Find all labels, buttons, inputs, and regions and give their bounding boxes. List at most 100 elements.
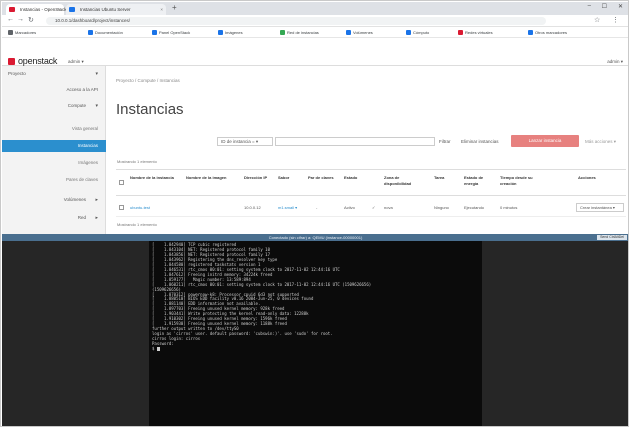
item-count: Mostrando 1 elemento: [117, 159, 157, 164]
browser-tab-label: Instancias Ubuntu Server: [80, 7, 131, 12]
address-bar[interactable]: 10.0.0.1/dashboard/project/instances/: [46, 17, 546, 25]
bookmark-item[interactable]: Volúmenes: [346, 29, 373, 36]
openstack-logo-icon[interactable]: [8, 58, 15, 65]
console-title: Conectado (sin cifrar) a: QEMU (instance…: [268, 235, 363, 240]
back-arrow-icon[interactable]: ←: [7, 16, 14, 23]
main-content: Proyecto / Compute / Instancias Instanci…: [107, 66, 628, 234]
bookmark-item[interactable]: Marcadores: [8, 29, 36, 36]
minimize-icon[interactable]: –: [588, 3, 591, 9]
url-text: 10.0.0.1/dashboard/project/instances/: [55, 18, 131, 23]
vnc-terminal[interactable]: [ 1.842940] TCP cubic registered[ 1.8431…: [149, 241, 482, 426]
bookmark-icon: [346, 30, 351, 35]
ip-address: 10.0.0.12: [244, 205, 261, 210]
user-menu[interactable]: admin ▾: [607, 59, 623, 65]
bookmark-icon: [280, 30, 285, 35]
column-header[interactable]: Sabor: [278, 175, 300, 181]
filter-button[interactable]: Filtrar: [439, 137, 451, 146]
column-header[interactable]: Nombre de la imagen: [186, 175, 232, 181]
bookmark-item[interactable]: Imágenes: [218, 29, 243, 36]
openstack-favicon-icon: [9, 7, 15, 12]
project-selector[interactable]: admin ▾: [68, 59, 84, 65]
tab-bar: Instancias - OpenStack D... × Instancias…: [2, 2, 628, 15]
column-header[interactable]: Tarea: [434, 175, 454, 181]
bookmark-icon: [88, 30, 93, 35]
status: Activo: [344, 205, 355, 210]
sidebar-item-compute[interactable]: Compute ▾: [2, 100, 106, 112]
age: 0 minutos: [500, 205, 518, 210]
send-ctrl-alt-del-button[interactable]: Send CtrlAltDel: [597, 235, 627, 240]
sidebar-item-network[interactable]: Red ▸: [2, 212, 106, 224]
openstack-logo-text[interactable]: openstack: [18, 56, 57, 66]
table-row: ubuntu-test 10.0.0.12 m1.small ▾ - Activ…: [116, 199, 626, 217]
bookmark-icon: [218, 30, 223, 35]
column-header[interactable]: Dirección IP: [244, 175, 272, 181]
column-header[interactable]: Par de claves: [308, 175, 334, 181]
chevron-right-icon: ▸: [95, 215, 98, 221]
close-icon[interactable]: ×: [58, 4, 61, 15]
row-actions-dropdown[interactable]: Crear instantánea ▾: [576, 203, 624, 212]
filter-input[interactable]: [275, 137, 435, 146]
column-header[interactable]: Tiempo desde su creación: [500, 175, 546, 187]
column-header[interactable]: Estado de energía: [464, 175, 490, 187]
sidebar-item-proyecto[interactable]: Proyecto ▾: [2, 68, 106, 80]
sidebar-item-overview[interactable]: Vista general: [2, 123, 106, 135]
close-window-icon[interactable]: ✕: [618, 3, 623, 10]
launch-instance-button[interactable]: Lanzar instancia: [511, 135, 579, 147]
sidebar-item-instances[interactable]: Instancias: [2, 140, 106, 152]
filter-bar: ID de instancia = ▾ Filtrar Eliminar ins…: [217, 135, 625, 147]
bookmark-icon: [406, 30, 411, 35]
breadcrumb: Proyecto / Compute / Instancias: [116, 78, 180, 83]
browser-tab-1[interactable]: Instancias - OpenStack D... ×: [6, 4, 75, 15]
delete-instances-button[interactable]: Eliminar instancias: [461, 137, 499, 146]
browser-tab-2[interactable]: Instancias Ubuntu Server ×: [66, 4, 166, 15]
bookmarks-bar: Marcadores Documentación Panel OpenStack…: [2, 27, 628, 38]
select-all-checkbox[interactable]: [119, 180, 124, 185]
bookmark-item[interactable]: Cómputo: [406, 29, 429, 36]
column-header[interactable]: Nombre de la instancia: [130, 175, 178, 181]
column-header[interactable]: Zona de disponibilidad: [384, 175, 424, 187]
row-checkbox[interactable]: [119, 205, 124, 210]
folder-icon: [528, 30, 533, 35]
chevron-down-icon: ▾: [95, 103, 98, 109]
plus-icon[interactable]: +: [172, 3, 177, 12]
sidebar-item-keypairs[interactable]: Pares de claves: [2, 174, 106, 186]
openstack-header: openstack admin ▾ admin ▾: [2, 38, 628, 66]
chevron-down-icon: ▾: [95, 71, 98, 77]
console-status-bar: Conectado (sin cifrar) a: QEMU (instance…: [2, 234, 628, 241]
sidebar-item-api-access[interactable]: Acceso a la API: [2, 84, 106, 96]
bookmark-item[interactable]: Otros marcadores: [528, 29, 567, 36]
close-icon[interactable]: ×: [160, 4, 163, 15]
sidebar: Proyecto ▾ Acceso a la API Compute ▾ Vista…: [2, 66, 106, 234]
power-state: Ejecutando: [464, 205, 485, 210]
apps-icon: [8, 30, 13, 35]
status-toggle-icon: ✓: [372, 205, 376, 210]
star-icon[interactable]: ☆: [594, 16, 600, 24]
menu-dots-icon[interactable]: ⋮: [612, 16, 619, 24]
cursor-icon: [156, 347, 160, 352]
maximize-icon[interactable]: ☐: [602, 3, 607, 10]
flavor-link[interactable]: m1.small ▾: [278, 204, 297, 211]
column-header[interactable]: Estado: [344, 175, 370, 181]
task: Ninguno: [434, 205, 449, 210]
instance-name-link[interactable]: ubuntu-test: [130, 204, 150, 211]
table-header: Nombre de la instancia Nombre de la imag…: [116, 169, 626, 196]
browser-window: Instancias - OpenStack D... × Instancias…: [0, 0, 629, 427]
bookmark-item[interactable]: Panel OpenStack: [152, 29, 190, 36]
chevron-right-icon: ▸: [95, 197, 98, 203]
page-title: Instancias: [116, 101, 184, 118]
reload-icon[interactable]: ↻: [28, 16, 34, 24]
bookmark-item[interactable]: Documentación: [88, 29, 123, 36]
sidebar-item-volumes[interactable]: Volúmenes ▸: [2, 194, 106, 206]
bookmark-item[interactable]: Redes virtuales: [458, 29, 493, 36]
sidebar-item-images[interactable]: Imágenes: [2, 157, 106, 169]
bookmark-icon: [458, 30, 463, 35]
bookmark-icon: [152, 30, 157, 35]
more-actions-button[interactable]: Más acciones ▾: [585, 137, 616, 146]
keypair: -: [316, 205, 318, 210]
column-header[interactable]: Acciones: [578, 175, 618, 181]
item-count: Mostrando 1 elemento: [117, 222, 157, 227]
bookmark-item[interactable]: Red de instancias: [280, 29, 319, 36]
filter-field-select[interactable]: ID de instancia = ▾: [217, 137, 273, 146]
page-favicon-icon: [69, 7, 75, 12]
forward-arrow-icon[interactable]: →: [17, 16, 24, 23]
